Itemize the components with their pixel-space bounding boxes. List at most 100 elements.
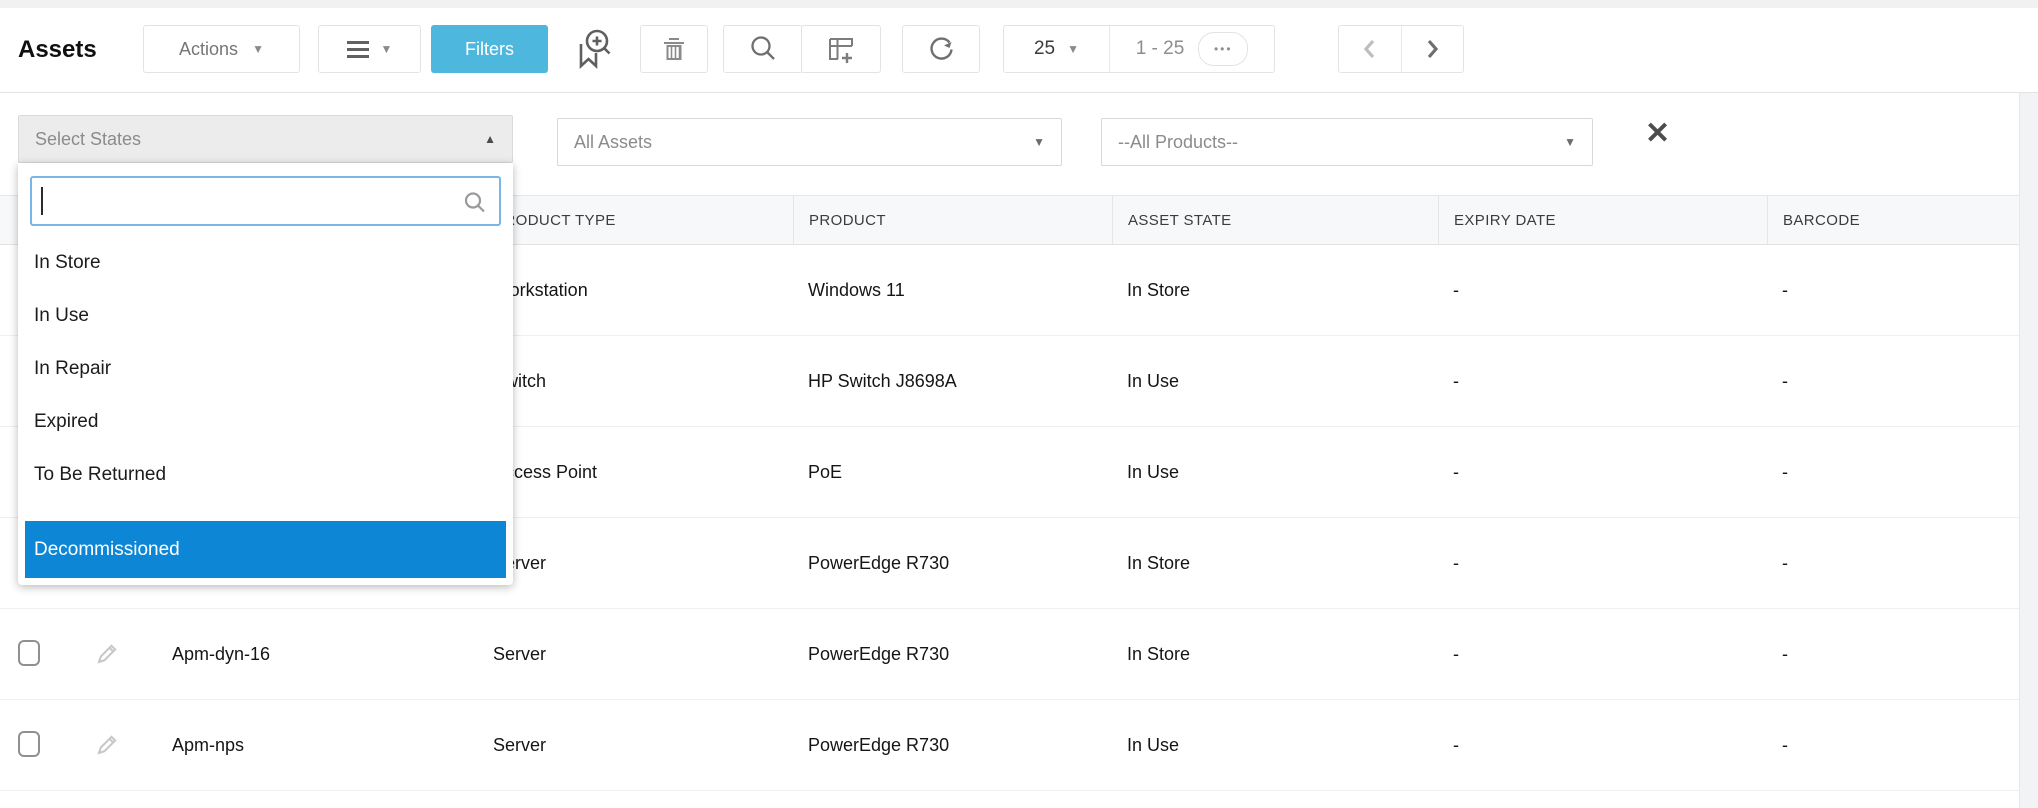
option-decommissioned[interactable]: Decommissioned bbox=[25, 521, 506, 578]
magnifier-plus-ribbon-icon bbox=[571, 26, 617, 72]
cell-product-type: Server bbox=[478, 700, 793, 790]
option-in-use[interactable]: In Use bbox=[18, 289, 513, 342]
actions-button[interactable]: Actions ▼ bbox=[143, 25, 300, 73]
hamburger-icon bbox=[347, 41, 369, 58]
cell-asset-state: In Store bbox=[1112, 609, 1438, 699]
asset-type-value: All Assets bbox=[574, 132, 1033, 153]
cell-product: PowerEdge R730 bbox=[793, 609, 1112, 699]
cell-barcode: - bbox=[1767, 427, 2020, 517]
select-states-panel: In Store In Use In Repair Expired To Be … bbox=[18, 163, 513, 585]
select-states-label: Select States bbox=[35, 129, 484, 150]
option-in-repair[interactable]: In Repair bbox=[18, 342, 513, 395]
cell-product: Windows 11 bbox=[793, 245, 1112, 335]
cell-asset-state: In Use bbox=[1112, 427, 1438, 517]
new-custom-filter-button[interactable] bbox=[566, 25, 622, 73]
page-range-label: 1 - 25 bbox=[1136, 38, 1185, 60]
column-header-barcode[interactable]: BARCODE bbox=[1767, 196, 2020, 244]
table-row[interactable]: Apm-nps Server PowerEdge R730 In Use - - bbox=[0, 700, 2020, 791]
cell-product: PowerEdge R730 bbox=[793, 518, 1112, 608]
chevron-down-icon: ▼ bbox=[1067, 43, 1079, 55]
row-checkbox[interactable] bbox=[18, 640, 40, 666]
edit-icon[interactable] bbox=[94, 730, 122, 758]
cell-asset-name: Apm-dyn-16 bbox=[157, 609, 477, 699]
chevron-left-icon bbox=[1357, 36, 1383, 62]
chevron-down-icon: ▼ bbox=[381, 43, 393, 55]
search-button[interactable] bbox=[723, 25, 803, 73]
page-range-cell: 1 - 25 ••• bbox=[1109, 26, 1274, 72]
previous-page-button[interactable] bbox=[1339, 26, 1401, 72]
cell-product: PoE bbox=[793, 427, 1112, 517]
cell-asset-state: In Use bbox=[1112, 336, 1438, 426]
cell-expiry-date: - bbox=[1438, 518, 1767, 608]
assets-page: { "page": { "title": "Assets" }, "icons"… bbox=[0, 0, 2038, 808]
cell-expiry-date: - bbox=[1438, 336, 1767, 426]
chevron-up-icon: ▲ bbox=[484, 133, 496, 145]
cell-barcode: - bbox=[1767, 245, 2020, 335]
cell-barcode: - bbox=[1767, 518, 2020, 608]
next-page-button[interactable] bbox=[1401, 26, 1464, 72]
cell-expiry-date: - bbox=[1438, 609, 1767, 699]
table-row[interactable]: Apm-dyn-16 Server PowerEdge R730 In Stor… bbox=[0, 609, 2020, 700]
toolbar: Assets Actions ▼ ▼ Filters bbox=[0, 8, 2038, 93]
search-icon bbox=[461, 189, 489, 217]
cell-product: HP Switch J8698A bbox=[793, 336, 1112, 426]
cell-product-type: Workstation bbox=[478, 245, 793, 335]
add-column-button[interactable] bbox=[801, 25, 881, 73]
cell-asset-state: In Store bbox=[1112, 245, 1438, 335]
product-dropdown[interactable]: --All Products-- ▼ bbox=[1101, 118, 1593, 166]
cell-product-type: Access Point bbox=[478, 427, 793, 517]
add-column-icon bbox=[824, 32, 858, 66]
cell-barcode: - bbox=[1767, 336, 2020, 426]
column-header-asset-state[interactable]: ASSET STATE bbox=[1112, 196, 1438, 244]
column-header-product-type[interactable]: PRODUCT TYPE bbox=[478, 196, 793, 244]
option-to-be-returned[interactable]: To Be Returned bbox=[18, 448, 513, 501]
pagination-group: 25 ▼ 1 - 25 ••• bbox=[1003, 25, 1275, 73]
chevron-down-icon: ▼ bbox=[1033, 136, 1045, 148]
trash-icon bbox=[657, 32, 691, 66]
cell-asset-state: In Store bbox=[1112, 518, 1438, 608]
cell-product-type: Server bbox=[478, 518, 793, 608]
cell-product: PowerEdge R730 bbox=[793, 700, 1112, 790]
option-expired[interactable]: Expired bbox=[18, 395, 513, 448]
search-icon bbox=[747, 33, 779, 65]
page-nav-group bbox=[1338, 25, 1464, 73]
row-checkbox[interactable] bbox=[18, 731, 40, 757]
page-title: Assets bbox=[18, 36, 97, 64]
option-in-store[interactable]: In Store bbox=[18, 236, 513, 289]
product-value: --All Products-- bbox=[1118, 132, 1564, 153]
filters-button-label: Filters bbox=[465, 39, 514, 60]
list-view-menu-button[interactable]: ▼ bbox=[318, 25, 421, 73]
states-option-list: In Store In Use In Repair Expired To Be … bbox=[18, 236, 513, 578]
page-size-dropdown[interactable]: 25 ▼ bbox=[1004, 26, 1109, 72]
column-header-product[interactable]: PRODUCT bbox=[793, 196, 1112, 244]
column-header-expiry-date[interactable]: EXPIRY DATE bbox=[1438, 196, 1767, 244]
cell-asset-name: Apm-nps bbox=[157, 700, 477, 790]
cell-asset-state: In Use bbox=[1112, 700, 1438, 790]
states-search-input[interactable] bbox=[32, 178, 499, 224]
refresh-button[interactable] bbox=[902, 25, 980, 73]
actions-button-label: Actions bbox=[179, 39, 238, 60]
delete-button[interactable] bbox=[640, 25, 708, 73]
cell-product-type: Server bbox=[478, 609, 793, 699]
chevron-down-icon: ▼ bbox=[252, 43, 264, 55]
page-top-strip bbox=[0, 0, 2038, 8]
cell-expiry-date: - bbox=[1438, 245, 1767, 335]
cell-barcode: - bbox=[1767, 609, 2020, 699]
text-cursor bbox=[41, 187, 43, 215]
chevron-down-icon: ▼ bbox=[1564, 136, 1576, 148]
vertical-scrollbar-track[interactable] bbox=[2019, 93, 2038, 808]
cell-product-type: Switch bbox=[478, 336, 793, 426]
refresh-icon bbox=[924, 32, 958, 66]
cell-expiry-date: - bbox=[1438, 700, 1767, 790]
cell-barcode: - bbox=[1767, 700, 2020, 790]
close-filters-button[interactable]: ✕ bbox=[1645, 119, 1670, 149]
page-size-value: 25 bbox=[1034, 38, 1055, 60]
chevron-right-icon bbox=[1419, 36, 1445, 62]
select-states-dropdown[interactable]: Select States ▲ bbox=[18, 115, 513, 163]
states-search-box bbox=[30, 176, 501, 226]
cell-expiry-date: - bbox=[1438, 427, 1767, 517]
page-jump-button[interactable]: ••• bbox=[1198, 32, 1248, 66]
edit-icon[interactable] bbox=[94, 639, 122, 667]
asset-type-dropdown[interactable]: All Assets ▼ bbox=[557, 118, 1062, 166]
filters-button[interactable]: Filters bbox=[431, 25, 548, 73]
